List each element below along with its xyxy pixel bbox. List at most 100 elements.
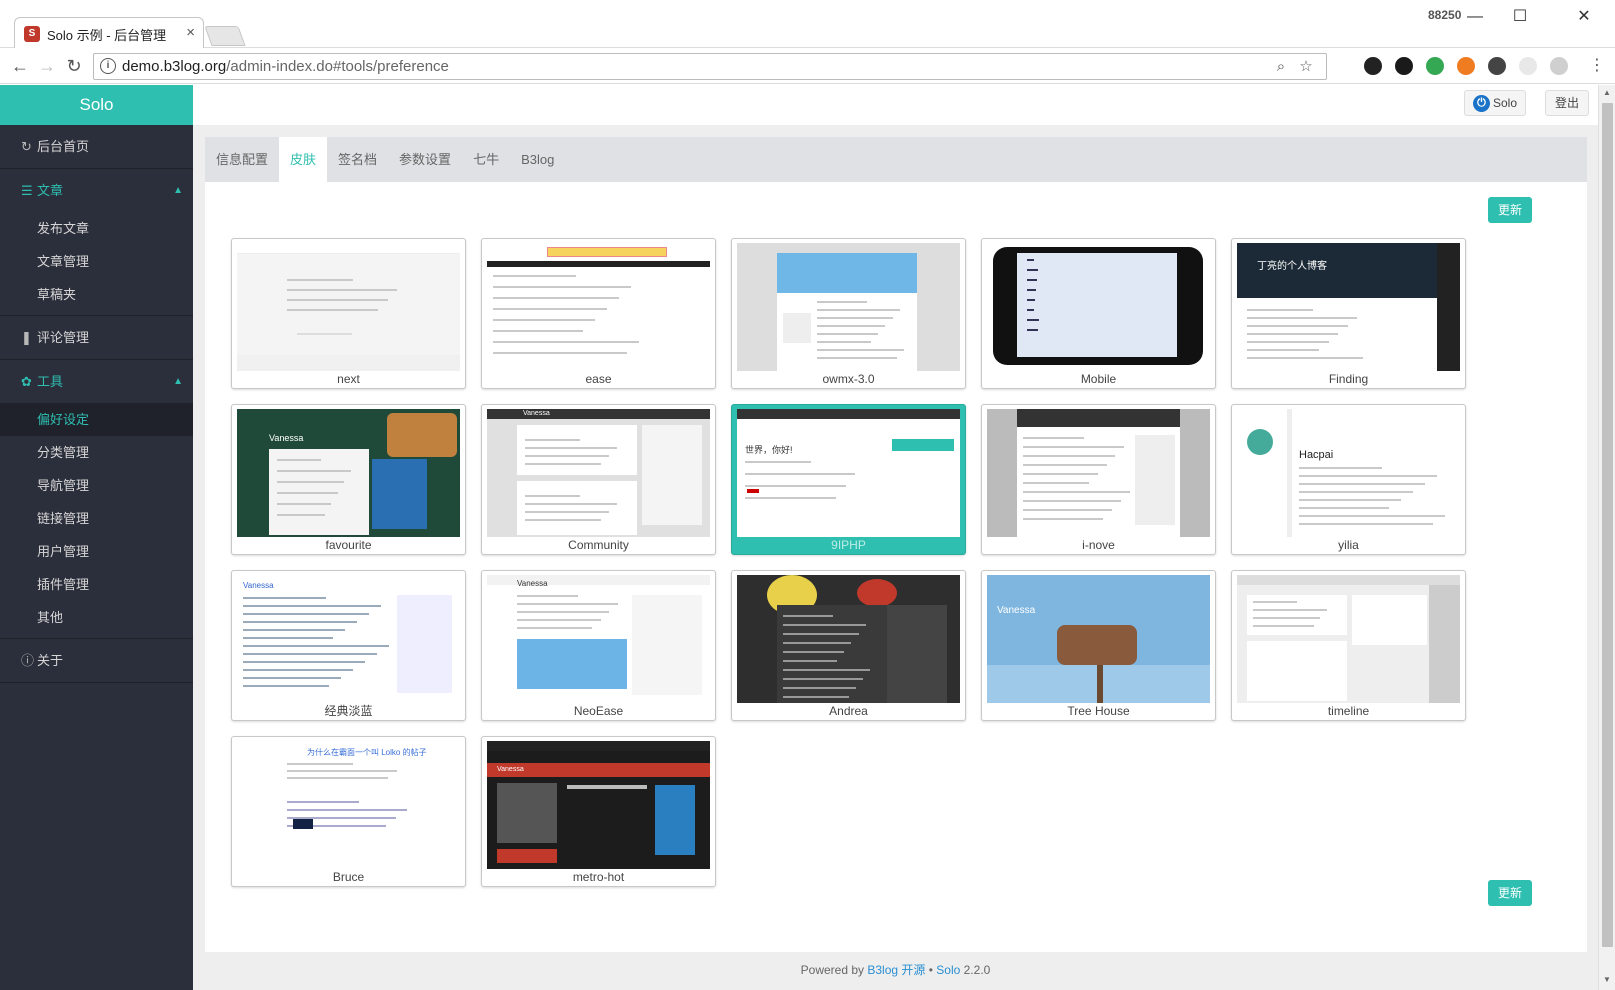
- scroll-thumb[interactable]: [1602, 103, 1613, 947]
- skin-thumbnail[interactable]: [237, 243, 460, 371]
- skin-thumbnail[interactable]: [987, 243, 1210, 371]
- new-tab-button[interactable]: [204, 26, 246, 46]
- tab-5[interactable]: B3log: [510, 137, 565, 182]
- skin-card[interactable]: owmx-3.0: [731, 238, 966, 389]
- tab-3[interactable]: 参数设置: [388, 137, 462, 182]
- browser-tab[interactable]: S Solo 示例 - 后台管理 ×: [14, 17, 204, 48]
- zoom-icon[interactable]: ⌕: [1271, 57, 1291, 77]
- skin-card[interactable]: Vanessa NeoEase: [481, 570, 716, 721]
- skin-card[interactable]: next: [231, 238, 466, 389]
- sidebar-item-label: 工具: [37, 374, 64, 389]
- skin-card[interactable]: Andrea: [731, 570, 966, 721]
- skin-thumbnail[interactable]: Vanessa: [237, 575, 460, 703]
- skin-card[interactable]: 为什么在霸面一个叫 Lolko 的帖子 Bruce: [231, 736, 466, 887]
- skin-card[interactable]: timeline: [1231, 570, 1466, 721]
- maximize-button[interactable]: ☐: [1500, 4, 1540, 30]
- tab-1[interactable]: 皮肤: [279, 137, 328, 182]
- sidebar-subitem[interactable]: 分类管理: [0, 436, 193, 469]
- extension-icon[interactable]: [1550, 57, 1568, 75]
- sidebar-item-label: 评论管理: [37, 330, 90, 345]
- skin-thumbnail[interactable]: Vanessa: [237, 409, 460, 537]
- skin-thumbnail[interactable]: [487, 243, 710, 371]
- sidebar-item[interactable]: ↻ 后台首页: [0, 125, 193, 168]
- skin-thumbnail[interactable]: 为什么在霸面一个叫 Lolko 的帖子: [237, 741, 460, 869]
- footer-solo-link[interactable]: Solo: [936, 963, 960, 977]
- thumb-text-line: [1253, 617, 1321, 619]
- thumb-block: [487, 261, 710, 267]
- skin-card[interactable]: ease: [481, 238, 716, 389]
- page-scrollbar[interactable]: ▲ ▼: [1598, 85, 1615, 990]
- thumb-block: [387, 413, 457, 457]
- sidebar-item[interactable]: ⓘ 关于: [0, 639, 193, 682]
- url-text[interactable]: demo.b3log.org/admin-index.do#tools/pref…: [122, 58, 449, 75]
- sidebar-subitem[interactable]: 用户管理: [0, 535, 193, 568]
- skin-card[interactable]: Mobile: [981, 238, 1216, 389]
- sidebar-subitem[interactable]: 草稿夹: [0, 278, 193, 311]
- skin-thumbnail[interactable]: Vanessa: [487, 409, 710, 537]
- sidebar-item[interactable]: ☰ 文章 ▲: [0, 169, 193, 212]
- extension-icon[interactable]: [1364, 57, 1382, 75]
- extension-icon[interactable]: [1457, 57, 1475, 75]
- site-info-icon[interactable]: i: [100, 58, 116, 74]
- scroll-down-icon[interactable]: ▼: [1602, 975, 1612, 984]
- skin-thumbnail[interactable]: 世界，你好!: [737, 409, 960, 537]
- sidebar-brand[interactable]: Solo: [0, 85, 193, 125]
- skin-card[interactable]: Vanessa Tree House: [981, 570, 1216, 721]
- update-button-bottom[interactable]: 更新: [1488, 880, 1532, 906]
- skin-thumbnail[interactable]: [987, 409, 1210, 537]
- skin-name: 9IPHP: [831, 538, 866, 552]
- sidebar-subitem[interactable]: 其他: [0, 601, 193, 634]
- reload-button[interactable]: ↻: [62, 54, 86, 78]
- sidebar-subitem[interactable]: 插件管理: [0, 568, 193, 601]
- extension-icon[interactable]: [1519, 57, 1537, 75]
- update-button-top[interactable]: 更新: [1488, 197, 1532, 223]
- extension-icon[interactable]: [1426, 57, 1444, 75]
- scroll-up-icon[interactable]: ▲: [1602, 88, 1612, 97]
- browser-menu-icon[interactable]: ⋮: [1585, 54, 1609, 78]
- tab-2[interactable]: 签名档: [327, 137, 388, 182]
- sidebar-subitem[interactable]: 发布文章: [0, 212, 193, 245]
- skin-card[interactable]: Vanessa Community: [481, 404, 716, 555]
- bookmark-star-icon[interactable]: ☆: [1296, 57, 1316, 77]
- tab-close-icon[interactable]: ×: [186, 24, 195, 41]
- skin-thumbnail[interactable]: Vanessa: [987, 575, 1210, 703]
- footer-b3log-link[interactable]: B3log 开源: [867, 963, 925, 977]
- tab-4[interactable]: 七牛: [462, 137, 510, 182]
- skin-card[interactable]: 丁亮的个人博客 Finding: [1231, 238, 1466, 389]
- skin-card[interactable]: i-nove: [981, 404, 1216, 555]
- sidebar-subitem[interactable]: 链接管理: [0, 502, 193, 535]
- chevron-up-icon[interactable]: ▲: [173, 169, 183, 212]
- skin-thumbnail[interactable]: [737, 243, 960, 371]
- skin-thumbnail[interactable]: [737, 575, 960, 703]
- skin-thumbnail[interactable]: Hacpai: [1237, 409, 1460, 537]
- skin-card[interactable]: 世界，你好! 9IPHP: [731, 404, 966, 555]
- sidebar-subitem[interactable]: 文章管理: [0, 245, 193, 278]
- sidebar-item[interactable]: ✿ 工具 ▲: [0, 360, 193, 403]
- logout-button[interactable]: 登出: [1545, 90, 1589, 116]
- chevron-up-icon[interactable]: ▲: [173, 360, 183, 403]
- skin-thumbnail[interactable]: 丁亮的个人博客: [1237, 243, 1460, 371]
- skin-card[interactable]: Hacpai yilia: [1231, 404, 1466, 555]
- skin-card[interactable]: Vanessa 经典淡蓝: [231, 570, 466, 721]
- thumb-text-line: [783, 624, 866, 626]
- user-chip[interactable]: ⏻ Solo: [1464, 90, 1526, 116]
- skin-card[interactable]: Vanessa favourite: [231, 404, 466, 555]
- sidebar-subitem[interactable]: 导航管理: [0, 469, 193, 502]
- address-bar[interactable]: i demo.b3log.org/admin-index.do#tools/pr…: [93, 53, 1327, 80]
- skin-card[interactable]: Vanessa metro-hot: [481, 736, 716, 887]
- skin-thumbnail[interactable]: Vanessa: [487, 575, 710, 703]
- thumb-text-line: [783, 696, 849, 698]
- extension-icon[interactable]: [1488, 57, 1506, 75]
- sidebar-item[interactable]: ❚ 评论管理: [0, 316, 193, 359]
- sidebar-subitem[interactable]: 偏好设定: [0, 403, 193, 436]
- skin-thumbnail[interactable]: [1237, 575, 1460, 703]
- tab-0[interactable]: 信息配置: [205, 137, 279, 182]
- thumb-text-line: [287, 289, 398, 291]
- close-window-button[interactable]: ✕: [1564, 4, 1604, 30]
- skin-thumbnail[interactable]: Vanessa: [487, 741, 710, 869]
- back-button[interactable]: ←: [8, 54, 32, 78]
- extension-icon[interactable]: [1395, 57, 1413, 75]
- minimize-button[interactable]: —: [1455, 4, 1495, 30]
- forward-button[interactable]: →: [35, 54, 59, 78]
- thumb-text-line: [817, 357, 898, 359]
